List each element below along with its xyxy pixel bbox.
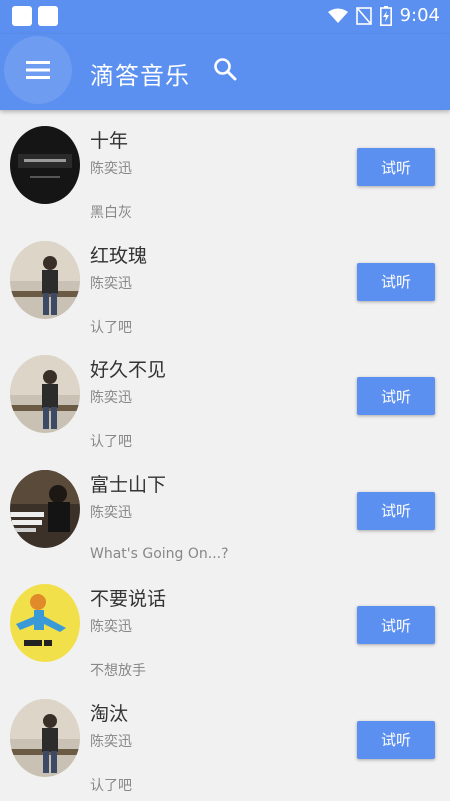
song-item[interactable]: 十年 陈奕迅 黑白灰 试听	[0, 114, 450, 229]
song-album: 认了吧	[90, 775, 132, 795]
song-item[interactable]: 富士山下 陈奕迅 What's Going On...? 试听	[0, 458, 450, 573]
status-indicators: 9:04	[328, 5, 440, 26]
preview-button[interactable]: 试听	[357, 263, 435, 301]
preview-button[interactable]: 试听	[357, 492, 435, 530]
preview-button[interactable]: 试听	[357, 721, 435, 759]
song-album: What's Going On...?	[90, 546, 229, 562]
search-icon	[213, 57, 237, 81]
artist-sitting-cover-image	[10, 699, 80, 777]
album-cover	[10, 699, 80, 777]
album-cover	[10, 355, 80, 433]
song-item[interactable]: 淘汰 陈奕迅 认了吧 试听	[0, 687, 450, 801]
song-title: 富士山下	[90, 470, 166, 497]
song-artist: 陈奕迅	[90, 616, 132, 636]
notification-icons	[12, 6, 58, 26]
song-artist: 陈奕迅	[90, 158, 132, 178]
song-item[interactable]: 好久不见 陈奕迅 认了吧 试听	[0, 343, 450, 458]
song-album: 黑白灰	[90, 202, 132, 222]
song-title: 好久不见	[90, 355, 166, 382]
song-item[interactable]: 不要说话 陈奕迅 不想放手 试听	[0, 572, 450, 687]
artist-sitting-cover-image	[10, 355, 80, 433]
menu-icon	[26, 61, 50, 79]
song-album: 认了吧	[90, 317, 132, 337]
song-artist: 陈奕迅	[90, 731, 132, 751]
preview-button[interactable]: 试听	[357, 148, 435, 186]
artist-sitting-cover-image	[10, 241, 80, 319]
yellow-cartoon-cover-image	[10, 584, 80, 662]
notification-icon	[12, 6, 32, 26]
song-title: 十年	[90, 126, 128, 153]
song-album: 不想放手	[90, 660, 146, 680]
status-bar: 9:04	[0, 0, 450, 34]
app-title: 滴答音乐	[90, 56, 190, 91]
menu-button[interactable]	[4, 36, 72, 104]
clock: 9:04	[400, 5, 440, 26]
no-signal-icon	[356, 7, 372, 25]
whats-going-on-cover-image	[10, 470, 80, 548]
battery-charging-icon	[380, 6, 392, 26]
album-cover	[10, 584, 80, 662]
song-title: 淘汰	[90, 699, 128, 726]
dark-logo-cover-image	[10, 126, 80, 204]
song-artist: 陈奕迅	[90, 273, 132, 293]
preview-button[interactable]: 试听	[357, 377, 435, 415]
song-list: 十年 陈奕迅 黑白灰 试听 红玫瑰 陈奕迅 认了吧 试听	[0, 114, 450, 801]
album-cover	[10, 126, 80, 204]
song-item[interactable]: 红玫瑰 陈奕迅 认了吧 试听	[0, 229, 450, 344]
search-button[interactable]	[210, 54, 240, 84]
app-bar: 滴答音乐	[0, 34, 450, 110]
song-album: 认了吧	[90, 431, 132, 451]
song-title: 不要说话	[90, 584, 166, 611]
preview-button[interactable]: 试听	[357, 606, 435, 644]
song-artist: 陈奕迅	[90, 502, 132, 522]
album-cover	[10, 241, 80, 319]
song-title: 红玫瑰	[90, 241, 147, 268]
album-cover	[10, 470, 80, 548]
notification-icon	[38, 6, 58, 26]
wifi-icon	[328, 8, 348, 24]
song-artist: 陈奕迅	[90, 387, 132, 407]
